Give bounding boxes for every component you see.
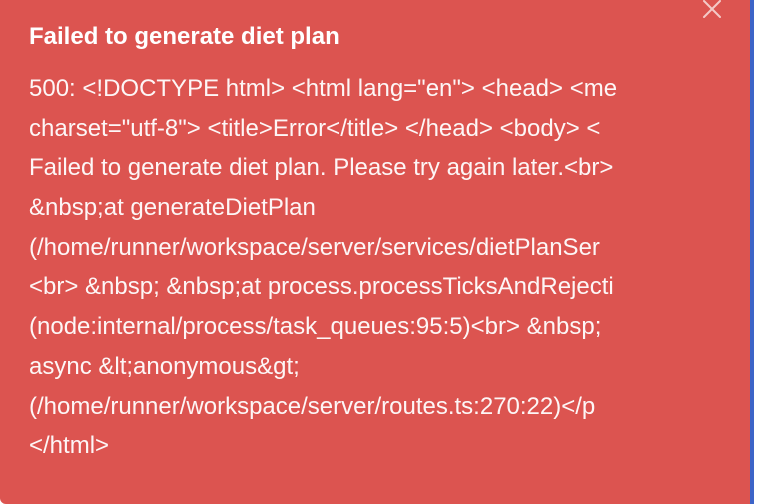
message-line: 500: <!DOCTYPE html> <html lang="en"> <h…	[29, 75, 618, 102]
close-icon	[703, 0, 721, 18]
message-line: (/home/runner/workspace/server/routes.ts…	[29, 392, 596, 420]
message-line: async &lt;anonymous&gt;	[29, 352, 300, 380]
message-line: charset="utf-8"> <title>Error</title> </…	[29, 114, 601, 142]
message-line: </html>	[29, 432, 110, 460]
message-line: Failed to generate diet plan. Please try…	[29, 154, 614, 182]
message-line: <br> &nbsp; &nbsp;at process.processTick…	[29, 273, 614, 301]
message-line: (/home/runner/workspace/server/services/…	[29, 233, 600, 261]
close-button[interactable]	[697, 0, 727, 24]
background-page	[754, 0, 784, 504]
toast-message: 500: <!DOCTYPE html> <html lang="en"> <h…	[29, 69, 750, 466]
error-toast: Failed to generate diet plan 500: <!DOCT…	[0, 0, 750, 504]
toast-title: Failed to generate diet plan	[29, 23, 340, 50]
message-line: (node:internal/process/task_queues:95:5)…	[29, 313, 602, 341]
message-line: &nbsp;at generateDietPlan	[29, 194, 316, 222]
